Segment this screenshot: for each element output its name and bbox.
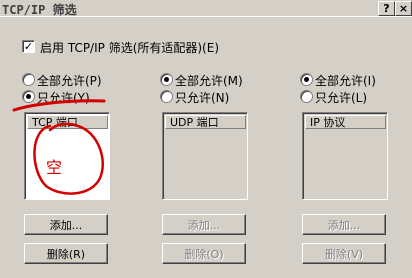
tcp-ports-header: TCP 端口 <box>27 115 108 129</box>
close-button[interactable]: × <box>395 1 412 16</box>
tcp-ports-list[interactable]: TCP 端口 <box>24 112 110 200</box>
udp-permit-all-radio[interactable] <box>160 73 173 86</box>
title-bar: TCP/IP 筛选 ? × <box>0 0 412 17</box>
tcp-permit-all-label: 全部允许(P) <box>37 74 102 88</box>
ip-permit-all-label: 全部允许(I) <box>315 74 376 88</box>
ip-protocols-list[interactable]: IP 协议 <box>302 112 388 200</box>
help-button[interactable]: ? <box>378 1 395 16</box>
udp-permit-only-label: 只允许(N) <box>175 91 230 105</box>
tcp-permit-all-radio[interactable] <box>22 73 35 86</box>
udp-ports-header: UDP 端口 <box>165 115 246 129</box>
ip-protocols-header: IP 协议 <box>305 115 386 129</box>
window-title: TCP/IP 筛选 <box>2 3 77 17</box>
udp-permit-only-radio[interactable] <box>160 90 173 103</box>
ip-permit-all-radio[interactable] <box>300 73 313 86</box>
tcp-remove-button[interactable]: 删除(R) <box>24 243 108 264</box>
tcp-add-button[interactable]: 添加... <box>24 214 108 235</box>
handwritten-empty-note: 空 <box>46 158 63 177</box>
enable-filter-checkbox[interactable]: ✓ <box>22 40 35 53</box>
ip-remove-button[interactable]: 删除(V) <box>302 243 386 264</box>
udp-remove-button[interactable]: 删除(O) <box>162 243 246 264</box>
udp-add-button[interactable]: 添加... <box>162 214 246 235</box>
udp-permit-all-label: 全部允许(M) <box>175 74 243 88</box>
ip-add-button[interactable]: 添加... <box>302 214 386 235</box>
tcp-permit-only-label: 只允许(Y) <box>37 91 90 105</box>
tcp-permit-only-radio[interactable] <box>22 90 35 103</box>
ip-permit-only-radio[interactable] <box>300 90 313 103</box>
enable-filter-label: 启用 TCP/IP 筛选(所有适配器)(E) <box>40 41 219 55</box>
udp-ports-list[interactable]: UDP 端口 <box>162 112 248 200</box>
ip-permit-only-label: 只允许(L) <box>315 91 368 105</box>
